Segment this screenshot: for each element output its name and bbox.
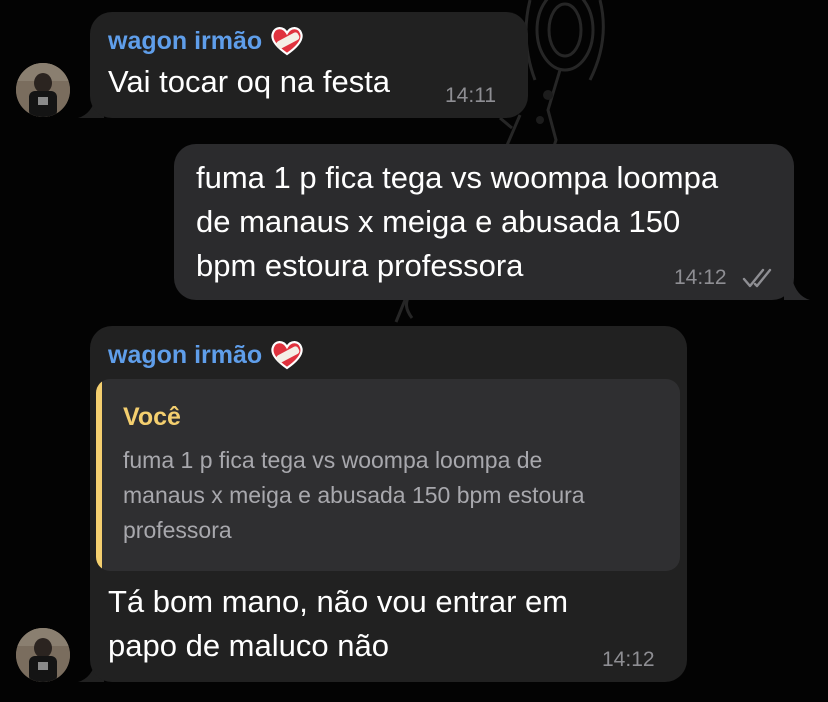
reply-author: Você [123, 403, 181, 431]
reply-text-line: manaus x meiga e abusada 150 bpm estoura [123, 482, 585, 508]
message-time: 14:12 [674, 266, 727, 289]
heart-with-bandage-icon [271, 27, 303, 56]
message-time: 14:11 [445, 84, 496, 107]
reply-quote[interactable]: Você fuma 1 p fica tega vs woompa loompa… [96, 379, 680, 571]
heart-with-bandage-icon [271, 341, 303, 370]
message-bubble-outgoing[interactable]: fuma 1 p fica tega vs woompa loompa de m… [174, 144, 794, 300]
message-text: Vai tocar oq na festa [108, 64, 391, 99]
message-text-line: fuma 1 p fica tega vs woompa loompa [196, 160, 719, 195]
message-text-line: papo de maluco não [108, 628, 389, 663]
contact-avatar[interactable] [16, 628, 70, 682]
message-text-line: Tá bom mano, não vou entrar em [108, 584, 569, 619]
contact-avatar[interactable] [16, 63, 70, 117]
sender-name[interactable]: wagon irmão [108, 340, 304, 370]
reply-text-line: professora [123, 517, 232, 543]
message-time: 14:12 [602, 648, 655, 671]
message-text-line: bpm estoura professora [196, 248, 524, 283]
reply-text-line: fuma 1 p fica tega vs woompa loompa de [123, 447, 543, 473]
message-bubble-incoming[interactable]: wagon irmão Vai tocar oq na festa 14:11 [90, 12, 528, 118]
bubble-tail [784, 278, 810, 300]
sender-name[interactable]: wagon irmão [108, 26, 304, 56]
read-double-check-icon [742, 268, 772, 288]
message-text-line: de manaus x meiga e abusada 150 [196, 204, 681, 239]
message-bubble-incoming[interactable]: wagon irmão Você fuma 1 p fica tega vs w… [90, 326, 687, 682]
chat-view: wagon irmão Vai tocar oq na festa 14:11 … [0, 0, 828, 702]
reply-accent-bar [96, 379, 102, 571]
